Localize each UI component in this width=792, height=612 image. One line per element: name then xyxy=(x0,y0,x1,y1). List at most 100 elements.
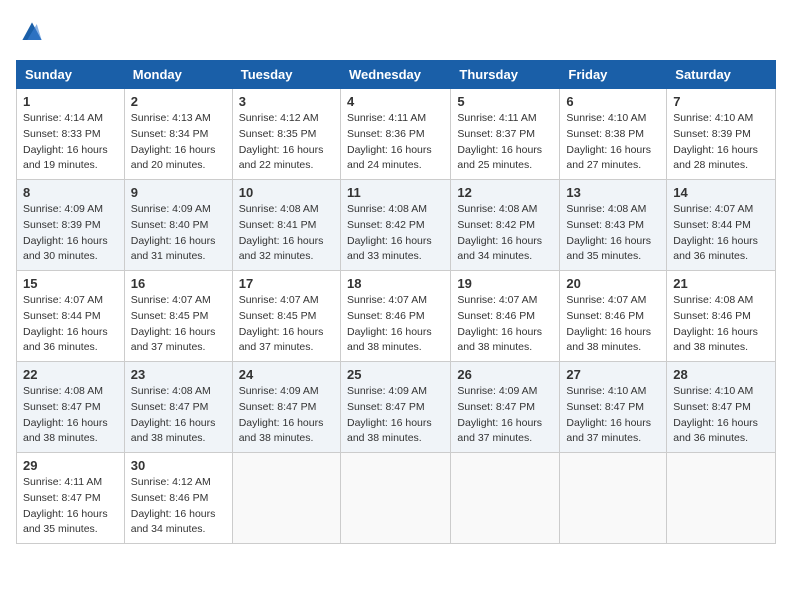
calendar-cell: 1 Sunrise: 4:14 AMSunset: 8:33 PMDaylight… xyxy=(17,89,125,180)
calendar-header-wednesday: Wednesday xyxy=(340,61,450,89)
day-number: 7 xyxy=(673,94,769,109)
calendar-cell: 23 Sunrise: 4:08 AMSunset: 8:47 PMDayligh… xyxy=(124,362,232,453)
calendar-cell: 13 Sunrise: 4:08 AMSunset: 8:43 PMDayligh… xyxy=(560,180,667,271)
day-info: Sunrise: 4:07 AMSunset: 8:46 PMDaylight:… xyxy=(566,294,651,353)
day-info: Sunrise: 4:10 AMSunset: 8:39 PMDaylight:… xyxy=(673,112,758,171)
calendar-cell: 28 Sunrise: 4:10 AMSunset: 8:47 PMDayligh… xyxy=(667,362,776,453)
calendar-cell xyxy=(232,453,340,544)
day-number: 17 xyxy=(239,276,334,291)
day-info: Sunrise: 4:09 AMSunset: 8:47 PMDaylight:… xyxy=(239,385,324,444)
day-number: 21 xyxy=(673,276,769,291)
day-info: Sunrise: 4:08 AMSunset: 8:46 PMDaylight:… xyxy=(673,294,758,353)
day-info: Sunrise: 4:09 AMSunset: 8:40 PMDaylight:… xyxy=(131,203,216,262)
day-info: Sunrise: 4:07 AMSunset: 8:45 PMDaylight:… xyxy=(239,294,324,353)
day-number: 25 xyxy=(347,367,444,382)
calendar-cell: 20 Sunrise: 4:07 AMSunset: 8:46 PMDayligh… xyxy=(560,271,667,362)
day-info: Sunrise: 4:09 AMSunset: 8:47 PMDaylight:… xyxy=(457,385,542,444)
calendar-cell: 21 Sunrise: 4:08 AMSunset: 8:46 PMDayligh… xyxy=(667,271,776,362)
day-number: 1 xyxy=(23,94,118,109)
calendar-cell: 6 Sunrise: 4:10 AMSunset: 8:38 PMDaylight… xyxy=(560,89,667,180)
calendar-cell: 10Sunrise: 4:08 AMSunset: 8:41 PMDayligh… xyxy=(232,180,340,271)
day-info: Sunrise: 4:10 AMSunset: 8:38 PMDaylight:… xyxy=(566,112,651,171)
day-number: 16 xyxy=(131,276,226,291)
calendar: SundayMondayTuesdayWednesdayThursdayFrid… xyxy=(16,60,776,544)
calendar-cell: 16Sunrise: 4:07 AMSunset: 8:45 PMDayligh… xyxy=(124,271,232,362)
day-number: 18 xyxy=(347,276,444,291)
day-number: 28 xyxy=(673,367,769,382)
calendar-header-tuesday: Tuesday xyxy=(232,61,340,89)
day-number: 22 xyxy=(23,367,118,382)
day-info: Sunrise: 4:07 AMSunset: 8:44 PMDaylight:… xyxy=(673,203,758,262)
calendar-header-row: SundayMondayTuesdayWednesdayThursdayFrid… xyxy=(17,61,776,89)
calendar-cell: 29 Sunrise: 4:11 AMSunset: 8:47 PMDayligh… xyxy=(17,453,125,544)
calendar-cell: 15 Sunrise: 4:07 AMSunset: 8:44 PMDayligh… xyxy=(17,271,125,362)
day-number: 4 xyxy=(347,94,444,109)
day-number: 27 xyxy=(566,367,660,382)
logo-icon xyxy=(16,16,48,48)
calendar-cell: 11 Sunrise: 4:08 AMSunset: 8:42 PMDayligh… xyxy=(340,180,450,271)
calendar-cell: 7 Sunrise: 4:10 AMSunset: 8:39 PMDaylight… xyxy=(667,89,776,180)
day-number: 5 xyxy=(457,94,553,109)
calendar-cell: 26 Sunrise: 4:09 AMSunset: 8:47 PMDayligh… xyxy=(451,362,560,453)
calendar-cell: 12Sunrise: 4:08 AMSunset: 8:42 PMDayligh… xyxy=(451,180,560,271)
day-info: Sunrise: 4:07 AMSunset: 8:46 PMDaylight:… xyxy=(457,294,542,353)
day-number: 13 xyxy=(566,185,660,200)
calendar-week-row: 8 Sunrise: 4:09 AMSunset: 8:39 PMDaylight… xyxy=(17,180,776,271)
day-number: 15 xyxy=(23,276,118,291)
calendar-cell xyxy=(560,453,667,544)
day-info: Sunrise: 4:12 AMSunset: 8:46 PMDaylight:… xyxy=(131,476,216,535)
calendar-cell: 5 Sunrise: 4:11 AMSunset: 8:37 PMDaylight… xyxy=(451,89,560,180)
day-info: Sunrise: 4:08 AMSunset: 8:43 PMDaylight:… xyxy=(566,203,651,262)
day-info: Sunrise: 4:12 AMSunset: 8:35 PMDaylight:… xyxy=(239,112,324,171)
day-info: Sunrise: 4:08 AMSunset: 8:47 PMDaylight:… xyxy=(131,385,216,444)
calendar-cell: 17 Sunrise: 4:07 AMSunset: 8:45 PMDayligh… xyxy=(232,271,340,362)
day-number: 3 xyxy=(239,94,334,109)
day-info: Sunrise: 4:14 AMSunset: 8:33 PMDaylight:… xyxy=(23,112,108,171)
day-info: Sunrise: 4:09 AMSunset: 8:47 PMDaylight:… xyxy=(347,385,432,444)
day-info: Sunrise: 4:08 AMSunset: 8:42 PMDaylight:… xyxy=(457,203,542,262)
day-number: 11 xyxy=(347,185,444,200)
calendar-cell: 19 Sunrise: 4:07 AMSunset: 8:46 PMDayligh… xyxy=(451,271,560,362)
day-number: 29 xyxy=(23,458,118,473)
calendar-cell: 9 Sunrise: 4:09 AMSunset: 8:40 PMDaylight… xyxy=(124,180,232,271)
calendar-week-row: 22 Sunrise: 4:08 AMSunset: 8:47 PMDayligh… xyxy=(17,362,776,453)
calendar-cell xyxy=(667,453,776,544)
logo xyxy=(16,16,52,48)
calendar-week-row: 29 Sunrise: 4:11 AMSunset: 8:47 PMDayligh… xyxy=(17,453,776,544)
day-number: 26 xyxy=(457,367,553,382)
day-info: Sunrise: 4:07 AMSunset: 8:46 PMDaylight:… xyxy=(347,294,432,353)
calendar-cell: 27 Sunrise: 4:10 AMSunset: 8:47 PMDayligh… xyxy=(560,362,667,453)
day-info: Sunrise: 4:10 AMSunset: 8:47 PMDaylight:… xyxy=(566,385,651,444)
day-number: 30 xyxy=(131,458,226,473)
day-number: 9 xyxy=(131,185,226,200)
day-info: Sunrise: 4:08 AMSunset: 8:42 PMDaylight:… xyxy=(347,203,432,262)
day-info: Sunrise: 4:11 AMSunset: 8:47 PMDaylight:… xyxy=(23,476,108,535)
calendar-cell: 25 Sunrise: 4:09 AMSunset: 8:47 PMDayligh… xyxy=(340,362,450,453)
calendar-cell: 30 Sunrise: 4:12 AMSunset: 8:46 PMDayligh… xyxy=(124,453,232,544)
day-number: 10 xyxy=(239,185,334,200)
day-number: 23 xyxy=(131,367,226,382)
calendar-cell xyxy=(451,453,560,544)
calendar-header-monday: Monday xyxy=(124,61,232,89)
calendar-header-friday: Friday xyxy=(560,61,667,89)
day-info: Sunrise: 4:10 AMSunset: 8:47 PMDaylight:… xyxy=(673,385,758,444)
day-info: Sunrise: 4:09 AMSunset: 8:39 PMDaylight:… xyxy=(23,203,108,262)
calendar-cell: 24Sunrise: 4:09 AMSunset: 8:47 PMDayligh… xyxy=(232,362,340,453)
day-number: 8 xyxy=(23,185,118,200)
day-number: 2 xyxy=(131,94,226,109)
day-number: 14 xyxy=(673,185,769,200)
calendar-cell: 22Sunrise: 4:08 AMSunset: 8:47 PMDayligh… xyxy=(17,362,125,453)
calendar-cell: 3 Sunrise: 4:12 AMSunset: 8:35 PMDaylight… xyxy=(232,89,340,180)
day-number: 6 xyxy=(566,94,660,109)
calendar-week-row: 15 Sunrise: 4:07 AMSunset: 8:44 PMDayligh… xyxy=(17,271,776,362)
calendar-cell: 2Sunrise: 4:13 AMSunset: 8:34 PMDaylight… xyxy=(124,89,232,180)
calendar-header-saturday: Saturday xyxy=(667,61,776,89)
calendar-week-row: 1 Sunrise: 4:14 AMSunset: 8:33 PMDaylight… xyxy=(17,89,776,180)
day-info: Sunrise: 4:11 AMSunset: 8:37 PMDaylight:… xyxy=(457,112,542,171)
day-number: 20 xyxy=(566,276,660,291)
day-info: Sunrise: 4:07 AMSunset: 8:44 PMDaylight:… xyxy=(23,294,108,353)
day-number: 19 xyxy=(457,276,553,291)
calendar-header-thursday: Thursday xyxy=(451,61,560,89)
calendar-cell: 18 Sunrise: 4:07 AMSunset: 8:46 PMDayligh… xyxy=(340,271,450,362)
calendar-cell: 8 Sunrise: 4:09 AMSunset: 8:39 PMDaylight… xyxy=(17,180,125,271)
